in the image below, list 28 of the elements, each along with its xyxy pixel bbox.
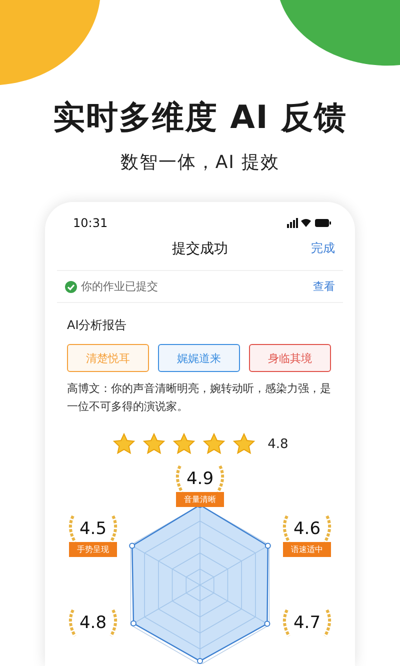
subheadline: 数智一体，AI 提效 <box>120 151 280 174</box>
star-icon <box>172 432 196 456</box>
badge-label: 语速适中 <box>283 542 331 557</box>
check-circle-icon <box>65 280 77 292</box>
badge-label: 音量清晰 <box>176 492 224 507</box>
badge-label: 手势呈现 <box>69 542 117 557</box>
submitted-notice: 你的作业已提交 <box>81 279 159 294</box>
headline: 实时多维度 AI 反馈 <box>53 97 347 138</box>
teacher-comment: 高博文：你的声音清晰明亮，婉转动听，感染力强，是一位不可多得的演说家。 <box>66 381 332 415</box>
feedback-tag: 身临其境 <box>249 344 331 372</box>
rating-score: 4.8 <box>268 436 288 452</box>
badge-score: 4.9 <box>186 469 214 489</box>
badge-score: 4.5 <box>79 519 107 539</box>
star-icon <box>112 432 136 456</box>
view-link[interactable]: 查看 <box>313 279 335 294</box>
status-icons <box>287 218 331 228</box>
badge-score: 4.8 <box>79 613 107 633</box>
star-icon <box>142 432 166 456</box>
done-button[interactable]: 完成 <box>311 240 335 257</box>
status-time: 10:31 <box>73 216 108 230</box>
feedback-tag: 清楚悦耳 <box>67 344 149 372</box>
star-icon <box>232 432 256 456</box>
nav-title: 提交成功 <box>172 240 228 258</box>
report-title: AI分析报告 <box>66 317 128 334</box>
feedback-tag: 娓娓道来 <box>158 344 240 372</box>
badge-score: 4.7 <box>293 613 321 633</box>
star-icon <box>202 432 226 456</box>
badge-score: 4.6 <box>293 519 321 539</box>
